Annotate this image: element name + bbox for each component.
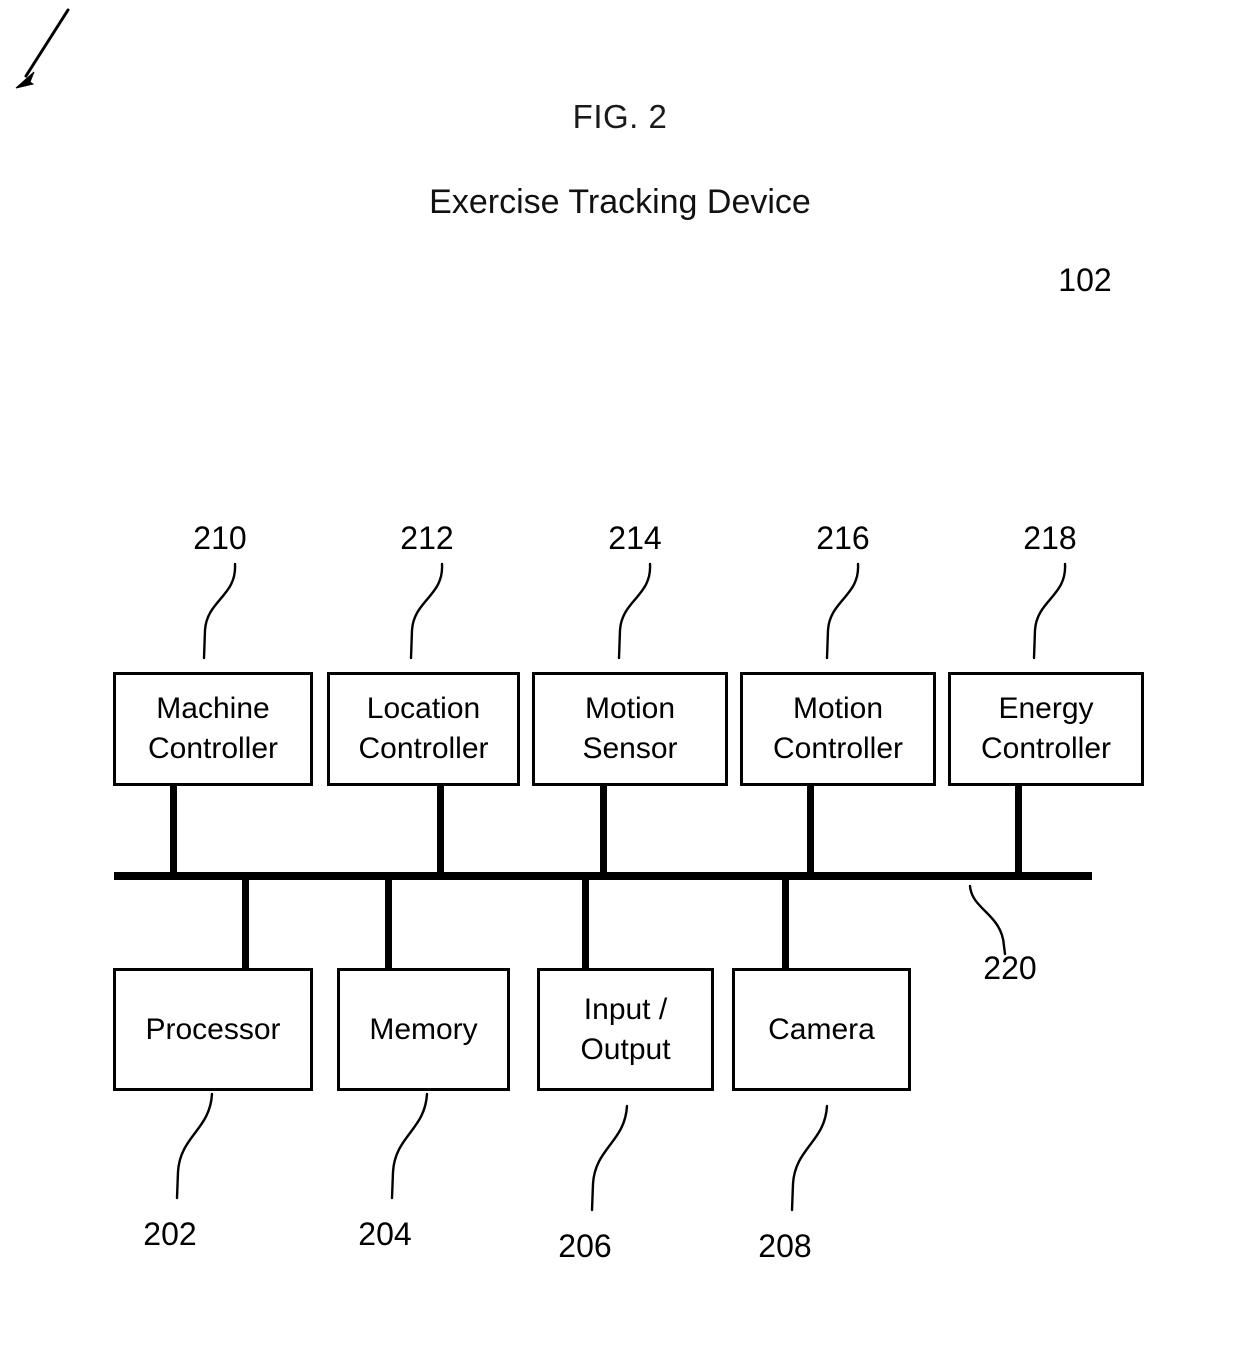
reference-numeral-208: 208 <box>758 1228 812 1264</box>
box-energy-controller[interactable]: Energy Controller <box>948 672 1144 786</box>
box-camera[interactable]: Camera <box>732 968 911 1091</box>
leader-line-212 <box>409 562 444 660</box>
reference-numeral-210: 210 <box>193 520 247 556</box>
box-motion-sensor-label: Motion Sensor <box>582 692 678 765</box>
connector-memory <box>385 878 392 970</box>
reference-numeral-216: 216 <box>816 520 870 556</box>
box-location-controller[interactable]: Location Controller <box>327 672 520 786</box>
connector-motion-controller <box>807 786 814 876</box>
box-motion-controller[interactable]: Motion Controller <box>740 672 936 786</box>
leader-line-204 <box>390 1092 429 1200</box>
leader-line-216 <box>825 562 860 660</box>
box-memory[interactable]: Memory <box>337 968 510 1091</box>
reference-numeral-214: 214 <box>608 520 662 556</box>
connector-energy-controller <box>1015 786 1022 876</box>
box-input-output[interactable]: Input / Output <box>537 968 714 1091</box>
leader-line-210 <box>202 562 237 660</box>
leader-line-208 <box>790 1104 829 1212</box>
reference-numeral-206: 206 <box>558 1228 612 1264</box>
box-machine-controller[interactable]: Machine Controller <box>113 672 313 786</box>
connector-machine-controller <box>170 786 177 876</box>
connector-motion-sensor <box>600 786 607 876</box>
leader-line-214 <box>617 562 652 660</box>
reference-numeral-220: 220 <box>983 950 1037 986</box>
reference-numeral-218: 218 <box>1023 520 1077 556</box>
figure-label: FIG. 2 <box>572 98 668 135</box>
box-motion-sensor[interactable]: Motion Sensor <box>532 672 728 786</box>
leader-line-202 <box>175 1092 214 1200</box>
reference-numeral-102: 102 <box>1058 262 1112 298</box>
reference-numeral-204: 204 <box>358 1216 412 1252</box>
leader-line-218 <box>1032 562 1067 660</box>
reference-numeral-212: 212 <box>400 520 454 556</box>
box-processor[interactable]: Processor <box>113 968 313 1091</box>
figure-title: Exercise Tracking Device <box>429 183 811 221</box>
leader-line-102 <box>15 8 70 89</box>
connector-input-output <box>582 878 589 970</box>
reference-numeral-202: 202 <box>143 1216 197 1252</box>
box-input-output-label: Input / Output <box>580 992 671 1066</box>
system-bus <box>114 872 1092 880</box>
connector-processor <box>242 878 249 970</box>
box-camera-label: Camera <box>768 1012 875 1046</box>
box-machine-controller-label: Machine Controller <box>147 692 279 765</box>
leader-line-206 <box>590 1104 629 1212</box>
box-memory-label: Memory <box>369 1012 478 1046</box>
leader-line-220 <box>968 884 1007 956</box>
box-processor-label: Processor <box>145 1012 281 1046</box>
patent-figure: FIG. 2 Exercise Tracking Device 102 Mach… <box>0 0 1240 1347</box>
box-location-controller-label: Location Controller <box>358 692 489 765</box>
connector-location-controller <box>437 786 444 876</box>
box-motion-controller-label: Motion Controller <box>772 692 904 765</box>
connector-camera <box>782 878 789 970</box>
box-energy-controller-label: Energy Controller <box>980 692 1112 765</box>
